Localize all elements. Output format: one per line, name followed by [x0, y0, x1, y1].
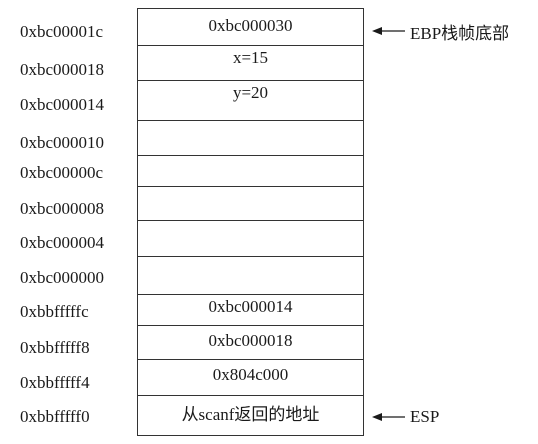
stack-cell: [137, 221, 364, 257]
stack-cell: 0xbc000030: [137, 8, 364, 46]
address-label: 0xbbfffff4: [20, 373, 90, 392]
cell-value: 从scanf返回的地址: [181, 405, 320, 424]
stack-cell: [137, 257, 364, 295]
address-label: 0xbc000008: [20, 199, 105, 218]
cell-value: x=15: [232, 48, 269, 67]
stack-cell: [137, 121, 364, 156]
ebp-label: EBP栈帧底部: [410, 23, 510, 43]
stack-cell: 0xbc000014: [137, 295, 364, 326]
address-label: 0xbc000014: [20, 95, 105, 114]
stack-cell: y=20: [137, 81, 364, 121]
cell-value: 0xbc000030: [208, 16, 293, 35]
esp-label: ESP: [410, 407, 440, 426]
arrow-left-icon: [372, 27, 405, 35]
stack-cell: 从scanf返回的地址: [137, 396, 364, 436]
address-label: 0xbc00000c: [20, 163, 104, 182]
address-label: 0xbc000000: [20, 268, 105, 287]
stack-cell: [137, 156, 364, 187]
address-label: 0xbbfffff8: [20, 338, 90, 357]
cell-value: 0x804c000: [212, 365, 289, 384]
stack-cell: 0xbc000018: [137, 326, 364, 360]
cell-value: 0xbc000018: [208, 331, 293, 350]
address-label: 0xbbfffff0: [20, 407, 90, 426]
stack-cell: [137, 187, 364, 221]
address-label: 0xbc000010: [20, 133, 105, 152]
stack-cell: x=15: [137, 46, 364, 81]
cell-value: y=20: [232, 83, 269, 102]
stack-cell: 0x804c000: [137, 360, 364, 396]
address-label: 0xbc000004: [20, 233, 105, 252]
stack-frame-diagram: 0xbc00001c 0xbc000030 0xbc000018 x=15 0x…: [0, 0, 538, 444]
address-label: 0xbc00001c: [20, 22, 104, 41]
address-label: 0xbbfffffc: [20, 302, 89, 321]
ebp-annotation: EBP栈帧底部: [372, 21, 510, 43]
esp-annotation: ESP: [372, 407, 439, 427]
arrow-left-icon: [372, 413, 405, 421]
address-label: 0xbc000018: [20, 60, 105, 79]
cell-value: 0xbc000014: [208, 297, 293, 316]
